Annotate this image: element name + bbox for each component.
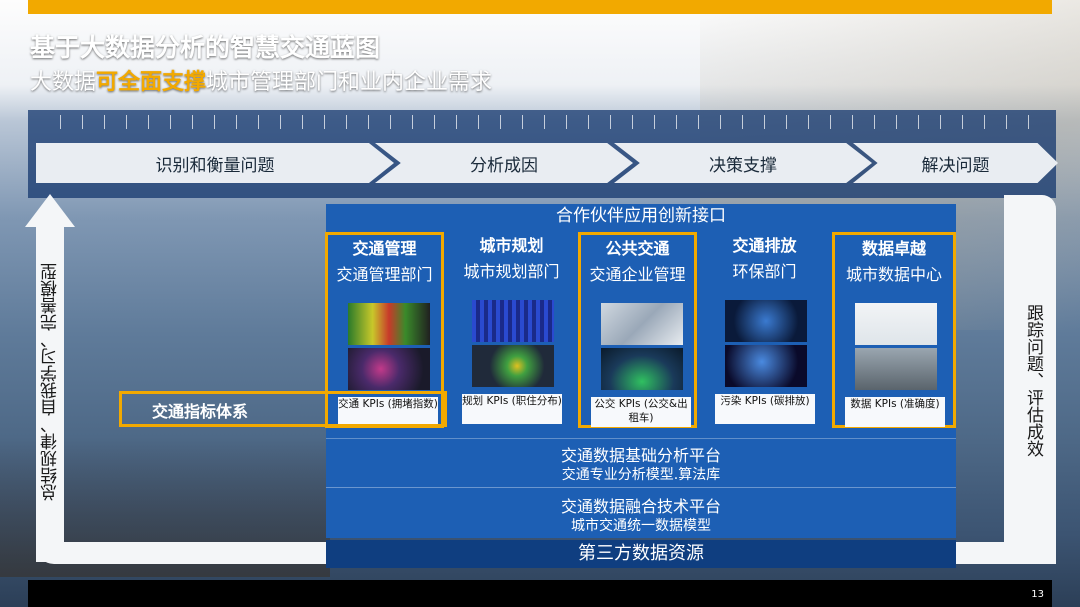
column-kpi: 公交 KPIs (公交&出租车) xyxy=(591,397,691,427)
emission-map-image xyxy=(725,300,807,342)
column-dept: 城市数据中心 xyxy=(845,265,942,284)
subtitle-highlight: 可全面支撑 xyxy=(96,70,207,95)
road-camera-image xyxy=(855,348,937,390)
page-title: 基于大数据分析的智慧交通蓝图 xyxy=(30,33,381,62)
column-dept: 交通企业管理 xyxy=(589,265,686,284)
column-heading: 公共交通 xyxy=(605,239,670,258)
flow-step-decide: 决策支撑 xyxy=(614,143,872,183)
subtitle-pre: 大数据 xyxy=(30,70,97,95)
flow-step-identify: 识别和衡量问题 xyxy=(36,143,394,183)
congestion-heatmap-image xyxy=(348,303,430,345)
third-party-data: 第三方数据资源 xyxy=(326,540,956,568)
column-urban-planning: 城市规划 城市规划部门 规划 KPIs (职住分布) xyxy=(452,232,571,428)
column-heading: 交通管理 xyxy=(352,239,417,258)
flow-step-analyze: 分析成因 xyxy=(375,143,633,183)
page-number: 13 xyxy=(1031,589,1044,600)
right-loop-label: 跟踪问题、评估成效 xyxy=(1023,303,1043,457)
partner-interface-title: 合作伙伴应用创新接口 xyxy=(556,206,726,226)
fusion-platform-title: 交通数据融合技术平台 xyxy=(560,497,721,516)
subtitle-post: 城市管理部门和业内企业需求 xyxy=(206,70,493,95)
job-housing-grid-image xyxy=(472,300,554,342)
page-subtitle: 大数据可全面支撑城市管理部门和业内企业需求 xyxy=(30,64,492,96)
column-dept: 交通管理部门 xyxy=(336,265,433,284)
od-chord-image xyxy=(472,345,554,387)
column-kpi: 规划 KPIs (职住分布) xyxy=(462,394,562,424)
transit-dashboard-image xyxy=(601,348,683,390)
column-emissions: 交通排放 环保部门 污染 KPIs (碳排放) xyxy=(705,232,824,428)
analysis-platform-title: 交通数据基础分析平台 xyxy=(560,446,721,465)
ruler-ticks xyxy=(60,115,1040,129)
footer-bar xyxy=(28,580,1052,607)
top-accent-bar xyxy=(28,0,1052,14)
loop-arrow-head xyxy=(25,194,75,227)
column-dept: 环保部门 xyxy=(732,262,797,281)
left-loop-label: 总结规律、自我学习、完善模型 xyxy=(41,263,61,501)
analysis-platform: 交通数据基础分析平台 交通专业分析模型.算法库 xyxy=(326,438,956,487)
column-heading: 交通排放 xyxy=(732,236,797,255)
analysis-platform-sub: 交通专业分析模型.算法库 xyxy=(561,467,721,483)
traffic-map-image xyxy=(348,348,430,390)
emission-scatter-image xyxy=(725,345,807,387)
column-heading: 数据卓越 xyxy=(861,239,926,258)
fusion-platform-sub: 城市交通统一数据模型 xyxy=(571,518,711,534)
column-public-transit: 公共交通 交通企业管理 公交 KPIs (公交&出租车) xyxy=(578,232,697,428)
fusion-platform: 交通数据融合技术平台 城市交通统一数据模型 xyxy=(326,487,956,538)
transit-route-map-image xyxy=(601,303,683,345)
data-dashboard-image xyxy=(855,303,937,345)
column-kpi: 污染 KPIs (碳排放) xyxy=(715,394,815,424)
column-dept: 城市规划部门 xyxy=(463,262,560,281)
column-kpi: 数据 KPIs (准确度) xyxy=(845,397,945,427)
column-data-excellence: 数据卓越 城市数据中心 数据 KPIs (准确度) xyxy=(832,232,956,428)
metric-system-label: 交通指标体系 xyxy=(152,402,249,421)
flow-step-solve: 解决问题 xyxy=(853,143,1058,183)
column-heading: 城市规划 xyxy=(479,236,544,255)
